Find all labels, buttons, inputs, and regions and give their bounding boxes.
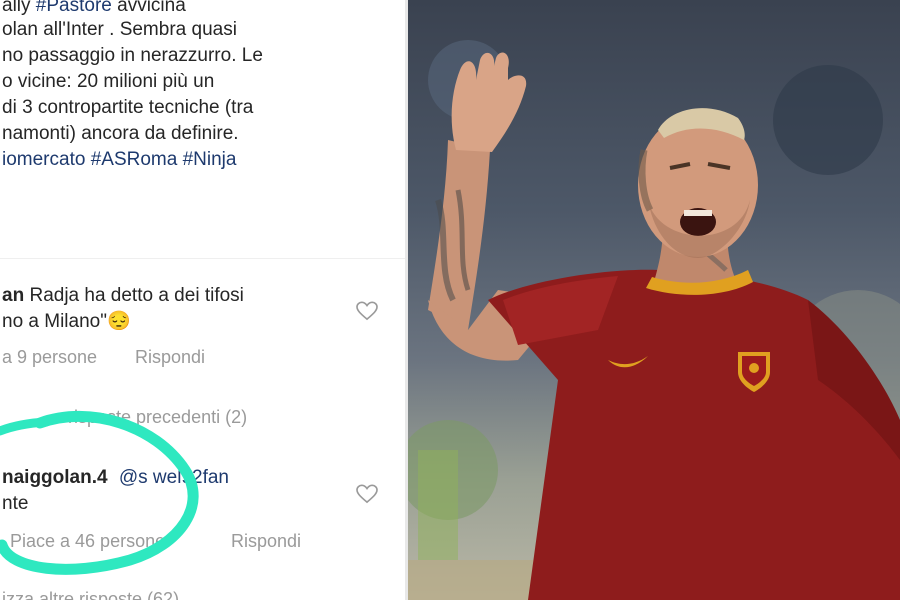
player-photo [408,0,900,600]
like-count[interactable]: a 9 persone [2,346,97,368]
comment-username[interactable]: an [2,285,24,306]
comment-username[interactable]: naiggolan.4 [2,467,108,488]
comment-text: Radja ha detto a dei tifosi [29,285,244,306]
caption-line: o vicine: 20 milioni più un [2,70,214,94]
divider [0,258,405,259]
comment-line: no a Milano"😔 [2,310,131,334]
caption-text: ally [2,0,36,16]
caption-line: namonti) ancora da definire. [2,122,239,146]
caption-text: no passaggio in nerazzurro. Le [2,45,263,66]
hashtag-link[interactable]: #Pastore [36,0,112,16]
view-previous-replies[interactable]: risposte precedenti (2) [68,406,247,428]
comment-line: an Radja ha detto a dei tifosi [2,284,244,308]
instagram-comments-panel: ally #Pastore avvicina olan all'Inter . … [0,0,405,600]
caption-line: olan all'Inter . Sembra quasi [2,18,237,42]
caption-line: no passaggio in nerazzurro. Le [2,44,263,68]
view-more-replies[interactable]: izza altre risposte (62) [2,588,179,600]
comment-line: nte [2,492,28,516]
heart-icon[interactable] [356,484,378,504]
reply-button[interactable]: Rispondi [231,530,301,552]
mention-link[interactable]: @s wel92fan [119,467,229,488]
player-illustration [408,40,900,600]
caption-text: o vicine: 20 milioni più un [2,71,215,92]
reply-button[interactable]: Rispondi [135,346,205,368]
caption-text: avvicina [111,0,186,16]
like-count[interactable]: Piace a 46 persone [10,530,165,552]
comment-text: no a Milano"😔 [2,311,131,332]
caption-line: ally #Pastore avvicina [2,0,186,18]
caption-text: olan all'Inter . Sembra quasi [2,19,237,40]
caption-text: namonti) ancora da definire. [2,123,239,144]
comment-line: naiggolan.4 @s wel92fan [2,466,229,490]
heart-icon[interactable] [356,301,378,321]
caption-line: di 3 contropartite tecniche (tra [2,96,253,120]
caption-line: iomercato #ASRoma #Ninja [2,148,236,172]
caption-text: di 3 contropartite tecniche (tra [2,97,254,118]
comment-text: nte [2,493,29,514]
hashtag-link[interactable]: iomercato #ASRoma #Ninja [2,149,236,170]
